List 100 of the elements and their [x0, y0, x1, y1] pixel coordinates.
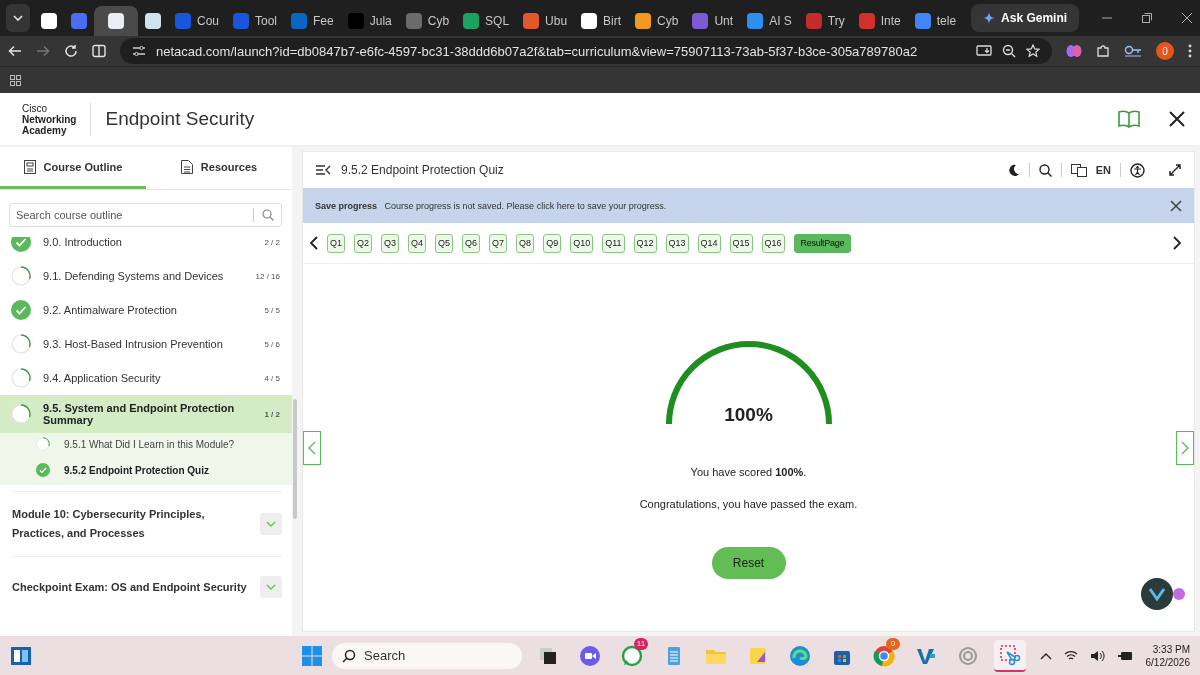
question-tab[interactable]: ResultPage	[793, 233, 852, 253]
chat-bubble-icon	[620, 643, 644, 668]
question-tab[interactable]: Q12	[633, 233, 657, 253]
ask-gemini-button[interactable]: Ask Gemini	[971, 4, 1080, 32]
click-here-link[interactable]: click here	[536, 200, 575, 211]
question-tab[interactable]: Q1	[327, 233, 345, 253]
browser-tab[interactable]: Unt	[685, 6, 741, 36]
question-tab[interactable]: Q3	[381, 233, 400, 253]
browser-tab[interactable]: Cyb	[628, 6, 686, 36]
menu-icon[interactable]	[1188, 44, 1192, 58]
page-title: 9.5.2 Endpoint Protection Quiz	[341, 163, 504, 177]
swirl-icon	[788, 643, 812, 668]
browser-tab[interactable]: Cyb	[398, 6, 457, 36]
question-tab[interactable]: Q10	[570, 233, 594, 253]
search-icon[interactable]	[1038, 163, 1052, 177]
browser-tab[interactable]: SQL	[456, 6, 517, 36]
profile-avatar[interactable]: 0	[1156, 42, 1174, 60]
outline-subitem[interactable]: 9.5.1 What Did I Learn in this Module?	[36, 437, 292, 451]
browser-tab[interactable]: AI S	[740, 6, 799, 36]
chevron-down-icon	[266, 521, 276, 527]
question-tab[interactable]: Q15	[729, 233, 753, 253]
close-icon[interactable]	[1181, 12, 1194, 24]
moon-icon[interactable]	[1007, 164, 1020, 176]
taskbar-search-field[interactable]: Search	[332, 642, 522, 669]
brand-logo[interactable]: Cisco Networking Academy	[22, 102, 92, 136]
module-title: Module 10: Cybersecurity Principles, Practices, and Processes	[12, 507, 206, 541]
browser-tab[interactable]: Jula	[340, 6, 399, 36]
notification-badge: 11	[634, 637, 648, 650]
chrome-ball-icon	[872, 643, 896, 668]
scissors-icon	[998, 642, 1022, 667]
password-key-icon[interactable]	[1124, 45, 1142, 57]
clock-time: 3:33 PM	[1152, 642, 1190, 656]
question-tab[interactable]: Q5	[435, 233, 454, 253]
chevron-down-icon	[266, 584, 276, 590]
extensions-icon[interactable]	[1096, 44, 1110, 58]
assistant-icon[interactable]	[1140, 577, 1186, 612]
browser-tab[interactable]: Inte	[851, 6, 908, 36]
question-tab[interactable]: Q7	[489, 233, 508, 253]
taskbar-app[interactable]: 11	[616, 639, 648, 672]
windows-start-icon[interactable]	[302, 645, 322, 666]
browser-tab[interactable]: Try	[798, 6, 852, 36]
chevron-up-icon[interactable]	[1039, 651, 1052, 660]
pass-message: Congratulations, you have passed the exam.	[639, 498, 858, 511]
clock-date: 6/12/2026	[1145, 655, 1190, 669]
question-tab[interactable]: Q4	[408, 233, 427, 253]
address-bar[interactable]: netacad.com/launch?id=db0847b7-e6fc-4597-bc31-38ddd6b07a2f&tab=curriculum&view=75907113-73ab-5f37-b3ce-305a789780a2	[120, 38, 1052, 64]
previous-icon[interactable]	[309, 236, 318, 250]
zoom-icon[interactable]	[1002, 44, 1016, 58]
banner-message: Save progress Course progress is not saved. Please click here to save your progress.	[315, 200, 667, 211]
search-field[interactable]: Search course outline	[9, 203, 282, 227]
browser-tab[interactable]: Fee	[284, 6, 341, 36]
install-icon[interactable]	[976, 44, 992, 58]
outline-item[interactable]: 9.5. System and Endpoint Protection Summary 1 / 2	[0, 395, 292, 433]
browser-tab[interactable]: Ubu	[516, 6, 575, 36]
next-icon[interactable]	[1173, 236, 1182, 250]
question-tab[interactable]: Q9	[543, 233, 562, 253]
question-tab[interactable]: Q2	[354, 233, 373, 253]
question-tab[interactable]: Q16	[761, 233, 785, 253]
accessibility-icon[interactable]	[1130, 162, 1145, 178]
module-title: Checkpoint Exam: OS and Endpoint Security	[12, 579, 247, 595]
reload-icon[interactable]	[64, 44, 78, 58]
book-icon[interactable]	[1118, 110, 1140, 128]
close-icon[interactable]	[1170, 199, 1182, 212]
question-tab[interactable]: Q14	[697, 233, 721, 253]
bookmark-star-icon[interactable]	[1026, 44, 1040, 58]
browser-tab[interactable]	[94, 6, 138, 36]
question-tab[interactable]: Q13	[665, 233, 689, 253]
language-selector[interactable]: EN	[1095, 164, 1111, 176]
score-message: You have scored 100%.	[690, 466, 807, 479]
browser-tab[interactable]: Tool	[226, 6, 285, 36]
notification-badge: 0	[886, 637, 900, 650]
expand-icon[interactable]	[1168, 163, 1182, 177]
video-chat-icon	[578, 643, 602, 668]
reset-button[interactable]: Reset	[711, 547, 786, 580]
wifi-icon[interactable]	[1063, 650, 1078, 662]
outline-subitem[interactable]: 9.5.2 Endpoint Protection Quiz	[36, 463, 292, 477]
restore-icon[interactable]	[1141, 12, 1154, 24]
split-view-icon[interactable]	[92, 44, 106, 58]
site-settings-icon[interactable]	[132, 45, 146, 57]
close-icon[interactable]	[1168, 110, 1186, 128]
forward-icon[interactable]	[36, 44, 50, 58]
chevron-right-icon	[1181, 440, 1189, 455]
back-icon[interactable]	[8, 44, 22, 58]
outline-icon	[23, 159, 36, 174]
question-tab[interactable]: Q11	[602, 233, 625, 253]
document-icon	[180, 159, 193, 174]
caret-icon	[12, 12, 24, 24]
sparkle-icon	[983, 12, 996, 24]
widgets-icon[interactable]	[10, 645, 32, 666]
browser-tab[interactable]: Cou	[168, 6, 226, 36]
tab-list-button[interactable]	[6, 4, 30, 32]
menu-collapse-icon[interactable]	[315, 164, 331, 176]
question-tab[interactable]: Q6	[462, 233, 481, 253]
browser-tab[interactable]: Birt	[574, 6, 629, 36]
browser-tab[interactable]: tele	[907, 6, 964, 36]
translate-icon	[1070, 163, 1087, 177]
speaker-icon[interactable]	[1089, 649, 1106, 662]
apps-grid-icon[interactable]	[10, 74, 21, 86]
question-tab[interactable]: Q8	[516, 233, 535, 253]
chevron-left-icon	[308, 440, 316, 455]
